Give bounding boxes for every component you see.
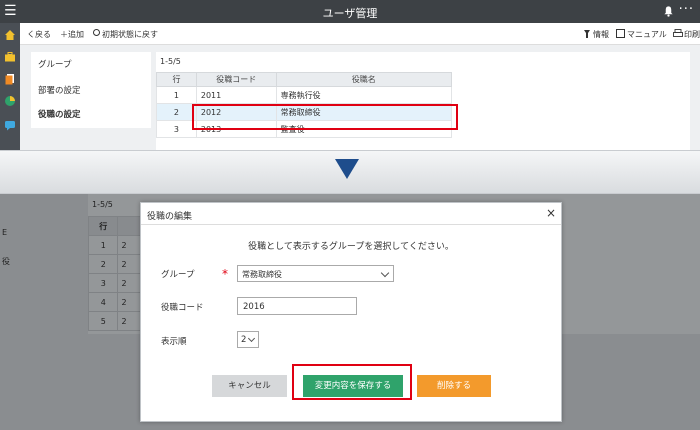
chevron-down-icon [380,268,390,278]
dimmed-cell: 5 [87,311,119,331]
top-screenshot: ☰ ユーザ管理 ··· く戻る ＋追加 初期状態に戻す 情報 マニュアル 印刷 … [0,0,700,150]
dialog-header: 役職の編集 × [141,203,561,225]
group-label: グループ [161,270,195,280]
chat-icon[interactable] [4,119,16,131]
add-button[interactable]: ＋追加 [60,29,84,40]
cell-row: 3 [156,120,197,138]
cancel-button[interactable]: キャンセル [212,375,287,397]
subnav-item-department[interactable]: 部署の設定 [38,84,81,96]
cell-row: 1 [156,86,197,104]
dimmed-side-text: E [2,228,8,237]
home-icon[interactable] [4,29,16,41]
record-count: 1-5/5 [160,57,181,66]
delete-button[interactable]: 削除する [417,375,491,397]
column-header-code[interactable]: 役職コード [195,72,277,87]
print-button[interactable]: 印刷 [684,29,700,40]
app-title: ユーザ管理 [322,7,378,20]
position-code-field[interactable]: 2016 [237,297,357,315]
main-content: グループ 部署の設定 役職の設定 1-5/5 行 役職コード 役職名 1 201… [20,45,700,150]
title-bar: ☰ ユーザ管理 ··· [0,0,700,23]
back-button[interactable]: く戻る [27,29,51,40]
chevron-down-icon [247,334,256,343]
app-sidebar [0,23,20,150]
bottom-screenshot: E 役 1-5/5 行 12 22 32 42 52 役職の編集 × 役職として… [0,194,700,430]
subnav-item-position[interactable]: 役職の設定 [38,108,81,120]
dimmed-table: 行 12 22 32 42 52 [87,216,148,331]
refresh-icon [93,29,100,36]
cell-row: 2 [156,103,197,121]
group-select[interactable]: 常務取締役 [237,265,394,282]
group-select-value: 常務取締役 [242,270,282,279]
dimmed-cell: 3 [87,273,119,293]
subnav-item-group[interactable]: グループ [38,58,72,70]
dimmed-header: 行 [87,216,119,236]
dimmed-record-count: 1-5/5 [92,200,113,209]
required-marker: * [222,267,228,281]
dimmed-cell: 2 [87,254,119,274]
print-icon [673,29,683,37]
info-icon [584,30,590,38]
display-order-value: 2 [241,335,247,345]
toolbar: く戻る ＋追加 初期状態に戻す 情報 マニュアル 印刷 [20,23,700,45]
pie-chart-icon[interactable] [4,95,16,107]
dimmed-side-text: 役 [2,257,10,266]
bell-icon[interactable] [663,5,674,17]
cell-name: 専務執行役 [275,86,453,104]
row-highlight-box [192,104,458,130]
step-separator [0,150,700,194]
display-order-label: 表示順 [161,337,187,347]
dialog-title: 役職の編集 [147,212,193,222]
save-highlight-box [292,364,412,400]
more-options-icon[interactable]: ··· [679,2,694,17]
copy-icon[interactable] [4,73,16,85]
table-row[interactable]: 1 2011 専務執行役 [156,86,453,104]
manual-button[interactable]: マニュアル [627,29,667,40]
position-code-label: 役職コード [161,303,204,313]
close-icon[interactable]: × [546,206,556,220]
column-header-row[interactable]: 行 [156,72,197,87]
down-arrow-icon [335,159,359,179]
display-order-select[interactable]: 2 [237,331,259,348]
info-button[interactable]: 情報 [593,29,609,40]
briefcase-icon[interactable] [4,51,16,63]
table-header-row: 行 役職コード 役職名 [156,72,453,87]
reset-button[interactable]: 初期状態に戻す [102,29,158,40]
positions-panel: 1-5/5 行 役職コード 役職名 1 2011 専務執行役 2 2012 常務… [156,52,690,150]
column-header-name[interactable]: 役職名 [275,72,453,87]
dimmed-cell: 1 [87,235,119,255]
book-icon [616,29,625,38]
dialog-instruction: 役職として表示するグループを選択してください。 [248,242,454,252]
dimmed-cell: 4 [87,292,119,312]
settings-subnav: グループ 部署の設定 役職の設定 [31,52,151,128]
cell-code: 2011 [195,86,277,104]
